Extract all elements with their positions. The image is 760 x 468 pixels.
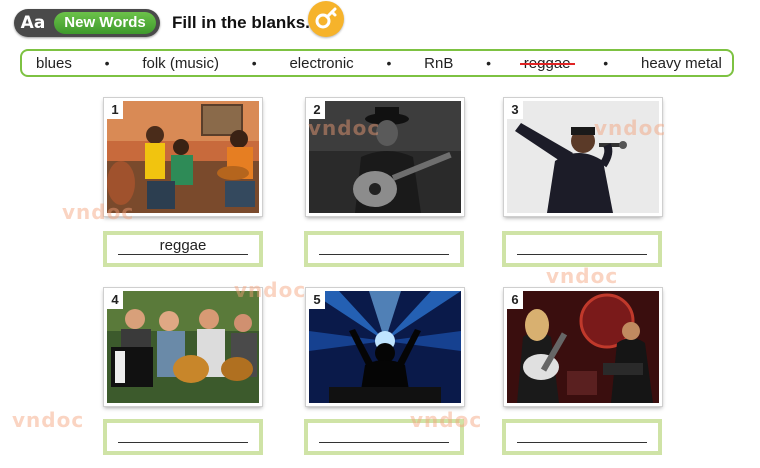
word-rnb: RnB [424, 54, 454, 72]
instruction-text: Fill in the blanks. [172, 13, 310, 32]
new-words-badge: Aa New Words [14, 9, 160, 37]
exercise-number: 2 [309, 101, 325, 119]
answer-field-4[interactable] [103, 419, 263, 455]
exercise-number: 3 [507, 101, 523, 119]
answer-line [319, 442, 449, 443]
watermark: vndoc [546, 264, 619, 288]
exercise-number: 1 [107, 101, 123, 119]
word-electronic: electronic [289, 54, 354, 72]
watermark: vndoc [308, 116, 381, 140]
bullet-separator: • [603, 55, 609, 71]
exercise-number: 6 [507, 291, 523, 309]
answer-line [517, 442, 647, 443]
bullet-separator: • [486, 55, 492, 71]
photo-folk-band: 4 [103, 287, 263, 407]
photo-heavy-metal-band: 6 [503, 287, 663, 407]
bullet-separator: • [386, 55, 392, 71]
watermark: vndoc [234, 278, 307, 302]
word-blues: blues [36, 54, 72, 72]
answer-line [118, 254, 248, 255]
watermark: vndoc [12, 408, 85, 432]
photo-electronic-dj: 5 [305, 287, 465, 407]
photo-reggae-band: 1 [103, 97, 263, 217]
answer-text: reggae [159, 237, 207, 254]
answer-line [118, 442, 248, 443]
key-icon[interactable] [308, 1, 344, 37]
word-box: blues • folk (music) • electronic • RnB … [20, 49, 734, 77]
word-folk: folk (music) [142, 54, 219, 72]
answer-field-2[interactable] [304, 231, 464, 267]
bullet-separator: • [251, 55, 257, 71]
answer-field-3[interactable] [502, 231, 662, 267]
answer-field-6[interactable] [502, 419, 662, 455]
answer-line [517, 254, 647, 255]
word-reggae-crossed-out: reggae [519, 54, 575, 72]
vocabulary-icon: Aa [20, 13, 46, 33]
exercise-number: 5 [309, 291, 325, 309]
badge-label: New Words [54, 12, 156, 34]
word-heavy-metal: heavy metal [640, 54, 722, 72]
answer-field-1[interactable]: reggae [103, 231, 263, 267]
watermark: vndoc [594, 116, 667, 140]
watermark: vndoc [410, 408, 483, 432]
watermark: vndoc [62, 200, 135, 224]
answer-line [319, 254, 449, 255]
bullet-separator: • [104, 55, 110, 71]
exercise-number: 4 [107, 291, 123, 309]
